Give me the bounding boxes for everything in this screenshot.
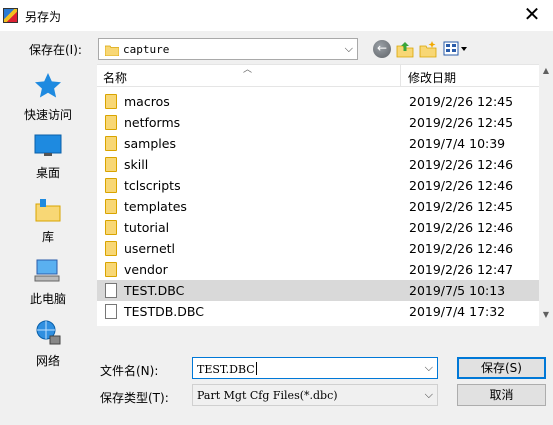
dialog-body: 保存在(I): capture ⌵ ← 快速访问 桌面 库 此电脑 网络 名称 … bbox=[0, 31, 553, 425]
list-item[interactable]: tutorial 2019/2/26 12:46 bbox=[97, 217, 539, 238]
item-name: TESTDB.DBC bbox=[124, 304, 204, 319]
desktop-icon bbox=[34, 134, 62, 156]
item-name: tclscripts bbox=[124, 178, 181, 193]
library-icon bbox=[35, 199, 61, 222]
folder-icon bbox=[105, 157, 117, 172]
list-item[interactable]: tclscripts 2019/2/26 12:46 bbox=[97, 175, 539, 196]
item-date: 2019/2/26 12:46 bbox=[409, 157, 514, 172]
file-icon bbox=[105, 283, 117, 298]
list-item[interactable]: samples 2019/7/4 10:39 bbox=[97, 133, 539, 154]
app-icon bbox=[3, 8, 18, 23]
item-date: 2019/7/4 10:39 bbox=[409, 136, 506, 151]
save-in-label: 保存在(I): bbox=[29, 43, 82, 57]
item-name: tutorial bbox=[124, 220, 170, 235]
folder-icon bbox=[105, 115, 117, 130]
file-rows: macros 2019/2/26 12:45 netforms 2019/2/26 1… bbox=[97, 91, 539, 322]
list-item[interactable]: templates 2019/2/26 12:45 bbox=[97, 196, 539, 217]
item-date: 2019/2/26 12:45 bbox=[409, 199, 514, 214]
item-name: TEST.DBC bbox=[124, 283, 185, 298]
folder-icon bbox=[105, 45, 119, 56]
place-label: 桌面 bbox=[35, 166, 60, 180]
item-date: 2019/7/5 10:13 bbox=[409, 283, 506, 298]
place-library[interactable]: 库 bbox=[0, 196, 96, 245]
chevron-down-icon[interactable]: ⌵ bbox=[425, 361, 433, 375]
close-button[interactable]: ✕ bbox=[511, 0, 553, 31]
scroll-up-icon[interactable]: ▲ bbox=[539, 66, 553, 80]
place-label: 此电脑 bbox=[29, 292, 66, 306]
place-this-pc[interactable]: 此电脑 bbox=[0, 258, 96, 307]
column-header-name[interactable]: 名称 bbox=[103, 69, 127, 86]
list-item[interactable]: TESTDB.DBC 2019/7/4 17:32 bbox=[97, 301, 539, 322]
list-header: 名称 ︿ 修改日期 bbox=[97, 65, 539, 87]
filetype-value: Part Mgt Cfg Files(*.dbc) bbox=[197, 389, 338, 402]
filetype-dropdown[interactable]: Part Mgt Cfg Files(*.dbc) ⌵ bbox=[192, 384, 438, 406]
item-date: 2019/7/4 17:32 bbox=[409, 304, 506, 319]
new-folder-icon[interactable] bbox=[419, 40, 437, 58]
window-title: 另存为 bbox=[25, 10, 62, 24]
star-icon bbox=[35, 73, 61, 98]
column-divider[interactable] bbox=[400, 65, 401, 87]
item-name: macros bbox=[124, 94, 170, 109]
item-name: vendor bbox=[124, 262, 168, 277]
place-quick-access[interactable]: 快速访问 bbox=[0, 72, 96, 123]
file-list[interactable]: 名称 ︿ 修改日期 macros 2019/2/26 12:45 netforms 2… bbox=[97, 64, 539, 326]
filename-label: 文件名(N): bbox=[100, 364, 159, 378]
view-menu-icon[interactable] bbox=[443, 40, 469, 58]
place-label: 库 bbox=[41, 230, 54, 244]
save-in-dropdown[interactable]: capture ⌵ bbox=[98, 38, 358, 60]
folder-icon bbox=[105, 136, 117, 151]
places-bar: 快速访问 桌面 库 此电脑 网络 bbox=[0, 64, 96, 425]
column-header-date[interactable]: 修改日期 bbox=[408, 69, 456, 86]
cancel-button[interactable]: 取消 bbox=[457, 384, 546, 406]
folder-icon bbox=[105, 220, 117, 235]
item-name: templates bbox=[124, 199, 187, 214]
folder-icon bbox=[105, 262, 117, 277]
place-label: 快速访问 bbox=[23, 108, 72, 122]
item-date: 2019/2/26 12:45 bbox=[409, 94, 514, 109]
place-network[interactable]: 网络 bbox=[0, 320, 96, 369]
folder-icon bbox=[105, 241, 117, 256]
item-date: 2019/2/26 12:47 bbox=[409, 262, 514, 277]
item-date: 2019/2/26 12:46 bbox=[409, 241, 514, 256]
item-name: usernetl bbox=[124, 241, 176, 256]
scroll-down-icon[interactable]: ▼ bbox=[539, 310, 553, 324]
folder-icon bbox=[105, 94, 117, 109]
filename-input[interactable]: TEST.DBC ⌵ bbox=[192, 357, 438, 379]
computer-icon bbox=[34, 259, 60, 282]
list-item[interactable]: macros 2019/2/26 12:45 bbox=[97, 91, 539, 112]
filename-value: TEST.DBC bbox=[197, 362, 257, 376]
list-item[interactable]: vendor 2019/2/26 12:47 bbox=[97, 259, 539, 280]
list-item[interactable]: TEST.DBC 2019/7/5 10:13 bbox=[97, 280, 539, 301]
list-item[interactable]: netforms 2019/2/26 12:45 bbox=[97, 112, 539, 133]
sort-ascending-icon: ︿ bbox=[243, 65, 253, 75]
save-in-value: capture bbox=[123, 43, 170, 56]
list-item[interactable]: usernetl 2019/2/26 12:46 bbox=[97, 238, 539, 259]
place-desktop[interactable]: 桌面 bbox=[0, 134, 96, 181]
list-item[interactable]: skill 2019/2/26 12:46 bbox=[97, 154, 539, 175]
folder-icon bbox=[105, 199, 117, 214]
item-name: skill bbox=[124, 157, 149, 172]
chevron-down-icon: ⌵ bbox=[424, 388, 433, 401]
network-icon bbox=[36, 320, 61, 345]
back-icon[interactable]: ← bbox=[373, 40, 391, 58]
item-name: samples bbox=[124, 136, 176, 151]
item-name: netforms bbox=[124, 115, 181, 130]
up-folder-icon[interactable] bbox=[396, 40, 414, 58]
item-date: 2019/2/26 12:46 bbox=[409, 178, 514, 193]
folder-icon bbox=[105, 178, 117, 193]
title-bar: 另存为 ✕ bbox=[0, 0, 553, 31]
item-date: 2019/2/26 12:46 bbox=[409, 220, 514, 235]
item-date: 2019/2/26 12:45 bbox=[409, 115, 514, 130]
place-label: 网络 bbox=[35, 354, 60, 368]
save-button[interactable]: 保存(S) bbox=[457, 357, 546, 379]
filetype-label: 保存类型(T): bbox=[100, 391, 169, 405]
chevron-down-icon: ⌵ bbox=[344, 42, 353, 55]
vertical-scrollbar[interactable]: ▲ ▼ bbox=[539, 64, 553, 326]
file-icon bbox=[105, 304, 117, 319]
